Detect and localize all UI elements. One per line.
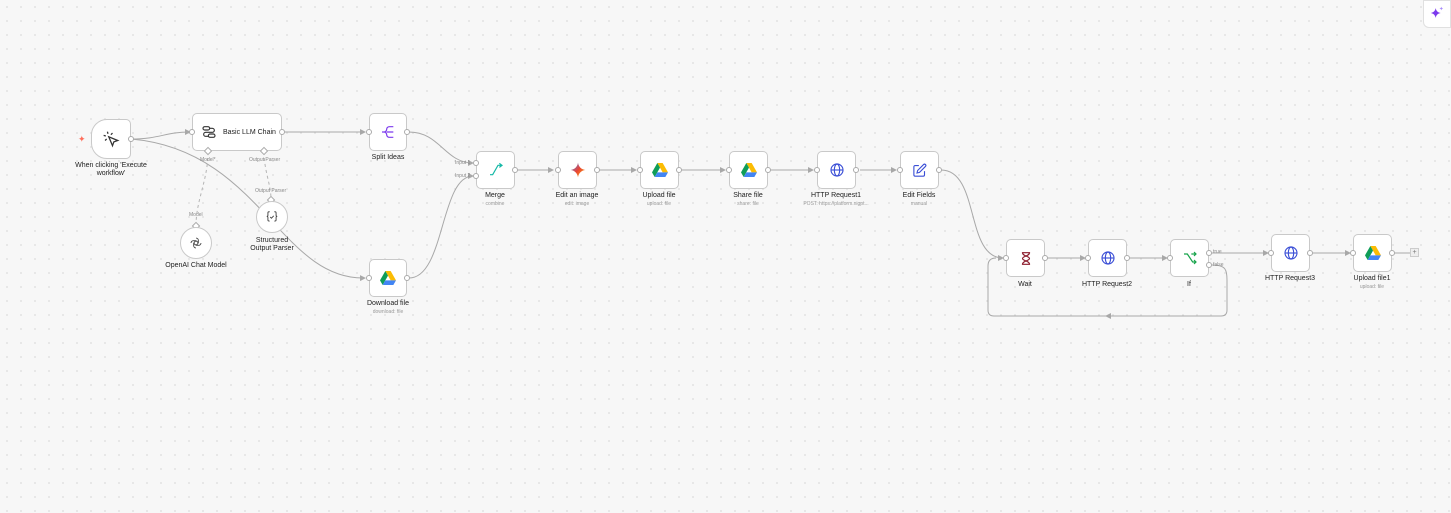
globe-icon [829,163,844,177]
google-drive-icon [380,271,396,285]
upload-subtitle: upload: file [646,201,672,207]
split-title: Split Ideas [371,154,405,161]
http-request3-node[interactable] [1271,234,1310,272]
share-title: Share file [733,192,763,199]
if-title: If [1187,281,1191,288]
edit-fields-title: Edit Fields [902,192,936,199]
if-node[interactable] [1170,239,1209,277]
connections-layer [130,129,1410,319]
share-input-port[interactable] [726,167,732,173]
edit-image-output-port[interactable] [594,167,600,173]
if-true-label: true [1213,249,1222,255]
pencil-icon [913,163,927,177]
globe-icon [1283,246,1298,260]
upload1-title: Upload file1 [1353,275,1391,282]
download-title: Download file [366,300,410,307]
hourglass-icon [1021,251,1030,265]
chain-icon [202,126,216,138]
openai-icon [190,237,202,249]
openai-title: OpenAI Chat Model [165,262,227,269]
manual-trigger-node[interactable] [91,119,131,159]
download-subtitle: download: file [372,309,404,315]
globe-icon [1100,251,1115,265]
edge-trigger-download [130,138,366,282]
edit-image-input-port[interactable] [555,167,561,173]
upload-file-node[interactable] [640,151,679,189]
llm-chain-output-port[interactable] [279,129,285,135]
parser-title: Structured Output Parser [250,237,294,252]
http2-output-port[interactable] [1124,255,1130,261]
edit-image-node[interactable] [558,151,597,189]
if-false-label: false [1213,262,1224,268]
upload-input-port[interactable] [637,167,643,173]
split-input-port[interactable] [366,129,372,135]
merge-input1-port[interactable] [473,160,479,166]
llm-chain-input-port[interactable] [189,129,195,135]
edge-trigger-llm [130,129,191,140]
upload-title: Upload file [642,192,676,199]
llm-chain-title: Basic LLM Chain [223,128,276,136]
split-output-port[interactable] [404,129,410,135]
trigger-title: When clicking 'Execute workflow' [75,162,147,177]
trigger-output-port[interactable] [128,136,134,142]
edit-fields-output-port[interactable] [936,167,942,173]
http2-input-port[interactable] [1085,255,1091,261]
upload-file1-node[interactable] [1353,234,1392,272]
sparkle-icon [1430,6,1444,18]
google-drive-icon [1364,246,1381,260]
braces-icon [266,211,278,222]
add-node-button[interactable]: + [1410,248,1419,257]
split-ideas-node[interactable] [369,113,407,151]
wait-node[interactable] [1006,239,1045,277]
llm-chain-model-label: Model* [200,157,216,163]
http3-input-port[interactable] [1268,250,1274,256]
upload1-input-port[interactable] [1350,250,1356,256]
google-drive-icon [740,163,757,177]
merge-input2-label: Input 2 [455,173,471,179]
merge-icon [489,162,503,176]
google-drive-icon [651,163,668,177]
share-subtitle: share: file [737,201,759,207]
merge-input2-port[interactable] [473,173,479,179]
openai-port-label: Model [189,212,203,218]
download-file-node[interactable] [369,259,407,297]
edit-fields-subtitle: manual [910,201,928,207]
merge-output-port[interactable] [512,167,518,173]
http3-output-port[interactable] [1307,250,1313,256]
gemini-icon [570,162,585,178]
llm-chain-node[interactable]: Basic LLM Chain [192,113,282,151]
llm-chain-parser-label: Output Parser [249,157,281,163]
parser-port-label: Output Parser [255,188,287,194]
ai-assistant-button[interactable] [1423,0,1451,28]
edge-edit-wait [940,169,1004,261]
upload1-subtitle: upload: file [1359,284,1385,290]
if-false-port[interactable] [1206,262,1212,268]
branch-icon [1183,251,1197,265]
if-true-port[interactable] [1206,250,1212,256]
http-request2-node[interactable] [1088,239,1127,277]
structured-output-parser-node[interactable] [256,201,288,233]
upload1-output-port[interactable] [1389,250,1395,256]
http1-output-port[interactable] [853,167,859,173]
http1-input-port[interactable] [814,167,820,173]
download-output-port[interactable] [404,275,410,281]
merge-input1-label: Input 1 [455,160,471,166]
wait-input-port[interactable] [1003,255,1009,261]
trigger-bolt-icon: ✦ [78,134,86,144]
http-request1-node[interactable] [817,151,856,189]
split-icon [382,126,394,138]
share-file-node[interactable] [729,151,768,189]
edit-fields-input-port[interactable] [897,167,903,173]
share-output-port[interactable] [765,167,771,173]
upload-output-port[interactable] [676,167,682,173]
edit-fields-node[interactable] [900,151,939,189]
wait-output-port[interactable] [1042,255,1048,261]
merge-node[interactable] [476,151,515,189]
download-input-port[interactable] [366,275,372,281]
openai-chat-model-node[interactable] [180,227,212,259]
if-input-port[interactable] [1167,255,1173,261]
cursor-click-icon [103,131,120,148]
